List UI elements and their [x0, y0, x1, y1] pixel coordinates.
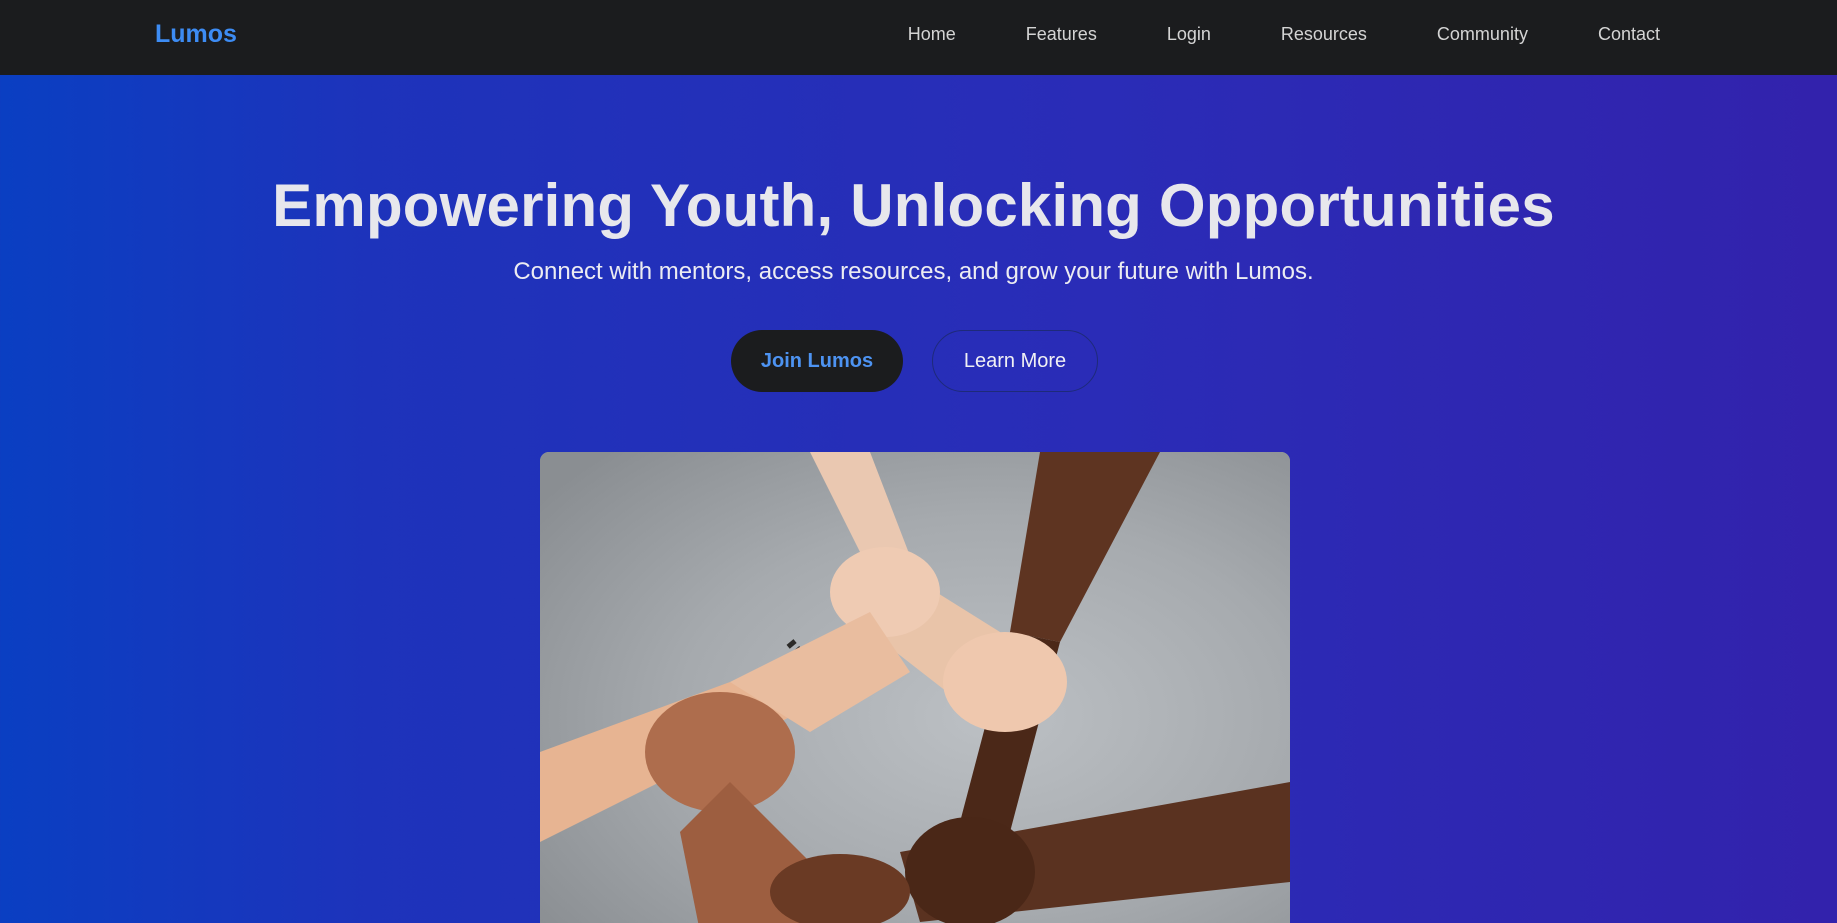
linked-hands-photo	[540, 452, 1290, 923]
brand-logo-link[interactable]: Lumos	[155, 20, 237, 49]
hand-light-top	[830, 547, 940, 637]
hand-light-right	[943, 632, 1067, 732]
nav-link-features[interactable]: Features	[1026, 24, 1097, 45]
hand-dark-bottom	[905, 817, 1035, 923]
nav-link-home[interactable]: Home	[908, 24, 956, 45]
learn-more-button[interactable]: Learn More	[932, 330, 1098, 392]
join-lumos-button[interactable]: Join Lumos	[731, 330, 903, 392]
nav-links: Home Features Login Resources Community …	[908, 24, 1660, 45]
nav-link-resources[interactable]: Resources	[1281, 24, 1367, 45]
hero-title: Empowering Youth, Unlocking Opportunitie…	[272, 172, 1555, 239]
nav-link-contact[interactable]: Contact	[1598, 24, 1660, 45]
hero-section: Empowering Youth, Unlocking Opportunitie…	[0, 75, 1837, 923]
linked-hands-illustration	[540, 452, 1290, 923]
hero-subtitle: Connect with mentors, access resources, …	[513, 258, 1314, 285]
nav-link-login[interactable]: Login	[1167, 24, 1211, 45]
nav-link-community[interactable]: Community	[1437, 24, 1528, 45]
top-navbar: Lumos Home Features Login Resources Comm…	[0, 0, 1837, 75]
